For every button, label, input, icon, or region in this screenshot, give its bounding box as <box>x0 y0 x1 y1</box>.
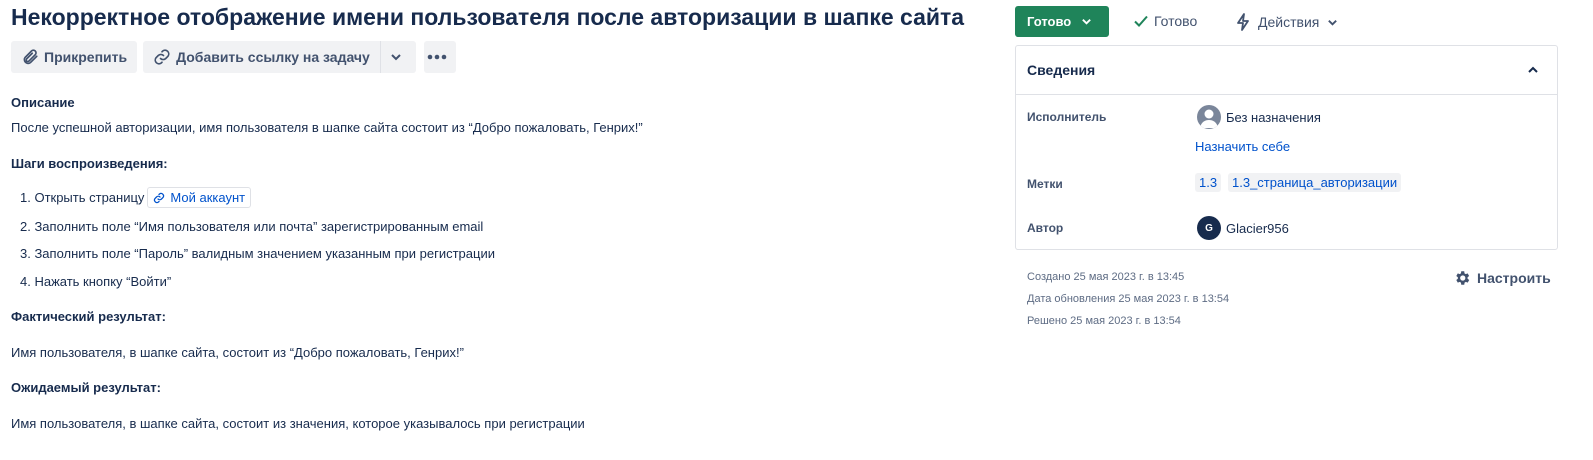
attach-label: Прикрепить <box>44 49 128 65</box>
expected-result-text: Имя пользователя, в шапке сайта, состоит… <box>11 416 585 431</box>
step-text: 1. Открыть страницу <box>20 190 145 205</box>
details-panel-header[interactable]: Сведения <box>1016 46 1557 95</box>
add-link-split-button: Добавить ссылку на задачу <box>143 41 416 73</box>
chevron-down-icon <box>1328 19 1338 26</box>
step-text: 2. Заполнить поле “Имя пользователя или … <box>20 219 484 234</box>
add-link-dropdown-button[interactable] <box>379 41 416 73</box>
updated-date: Дата обновления 25 мая 2023 г. в 13:54 <box>1027 293 1230 305</box>
resolution-indicator: Готово <box>1133 13 1197 29</box>
actual-result-heading: Фактический результат: <box>11 309 166 324</box>
author-label: Автор <box>1027 221 1064 235</box>
details-panel: Сведения Исполнитель Без назначения Назн… <box>1015 45 1558 250</box>
add-link-button[interactable]: Добавить ссылку на задачу <box>143 41 380 73</box>
assignee-label: Исполнитель <box>1027 110 1107 124</box>
list-item: 1. Открыть страницу Мой аккаунт <box>20 187 252 208</box>
configure-label: Настроить <box>1477 270 1551 286</box>
label-tag[interactable]: 1.3 <box>1195 173 1222 192</box>
labels-label: Метки <box>1027 177 1063 191</box>
resolved-date: Решено 25 мая 2023 г. в 13:54 <box>1027 315 1181 327</box>
list-item: 2. Заполнить поле “Имя пользователя или … <box>20 219 483 234</box>
actions-label: Действия <box>1258 14 1320 30</box>
add-link-label: Добавить ссылку на задачу <box>176 49 370 65</box>
chevron-down-icon <box>1082 19 1092 25</box>
author-avatar: G <box>1197 216 1221 240</box>
label-tag[interactable]: 1.3_страница_авторизации <box>1228 173 1402 192</box>
created-date: Создано 25 мая 2023 г. в 13:45 <box>1027 271 1185 283</box>
list-item: 3. Заполнить поле “Пароль” валидным знач… <box>20 246 495 261</box>
status-label: Готово <box>1027 14 1072 29</box>
user-icon <box>1200 109 1218 128</box>
configure-button[interactable]: Настроить <box>1453 269 1551 287</box>
author-name[interactable]: Glacier956 <box>1226 221 1289 236</box>
resolution-label: Готово <box>1154 13 1198 29</box>
description-heading: Описание <box>11 95 75 110</box>
paperclip-icon <box>23 49 38 65</box>
attach-button[interactable]: Прикрепить <box>11 41 138 73</box>
assignee-value-text: Без назначения <box>1226 110 1321 125</box>
my-account-link-label: Мой аккаунт <box>170 190 246 205</box>
author-name-text: Glacier956 <box>1226 221 1289 236</box>
actual-result-text: Имя пользователя, в шапке сайта, состоит… <box>11 345 464 360</box>
description-summary: После успешной авторизации, имя пользова… <box>11 120 643 135</box>
issue-title[interactable]: Некорректное отображение имени пользоват… <box>11 4 964 31</box>
step-text: 4. Нажать кнопку “Войти” <box>20 274 172 289</box>
gear-icon <box>1456 271 1470 285</box>
actions-button[interactable]: Действия <box>1236 13 1338 31</box>
more-actions-button[interactable] <box>423 41 456 73</box>
unassigned-avatar <box>1197 105 1221 129</box>
expected-result-heading: Ожидаемый результат: <box>11 380 161 395</box>
step-text: 3. Заполнить поле “Пароль” валидным знач… <box>20 246 495 261</box>
chevron-down-icon <box>391 54 401 61</box>
details-heading: Сведения <box>1027 62 1096 78</box>
assign-to-me-link[interactable]: Назначить себе <box>1195 139 1290 154</box>
list-item: 4. Нажать кнопку “Войти” <box>20 274 171 289</box>
chevron-up-icon[interactable] <box>1527 64 1539 76</box>
check-icon <box>1134 15 1148 27</box>
issue-toolbar: Прикрепить Добавить ссылку на задачу <box>11 41 456 73</box>
link-icon <box>154 49 170 65</box>
my-account-link[interactable]: Мой аккаунт <box>147 187 252 208</box>
lightning-icon <box>1237 13 1249 31</box>
assignee-value[interactable]: Без назначения <box>1226 110 1321 125</box>
steps-heading: Шаги воспроизведения: <box>11 156 168 171</box>
link-icon <box>154 192 165 203</box>
status-button[interactable]: Готово <box>1015 6 1109 37</box>
more-icon <box>428 54 447 60</box>
